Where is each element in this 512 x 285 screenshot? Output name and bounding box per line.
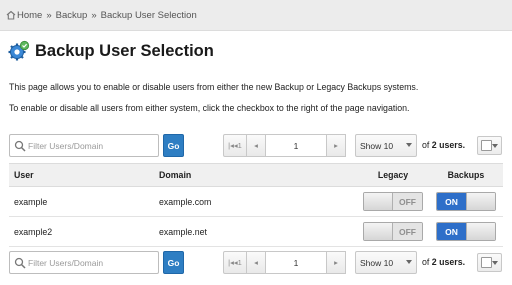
table-row: example example.com OFF ON xyxy=(9,186,503,217)
filter-field[interactable] xyxy=(9,251,159,274)
toggle-knob xyxy=(465,223,495,240)
breadcrumb: Home » Backup » Backup User Selection xyxy=(0,0,512,31)
column-header-legacy[interactable]: Legacy xyxy=(357,163,429,187)
next-page-button[interactable]: ▸ xyxy=(326,134,346,157)
toggle-label: ON xyxy=(437,193,466,210)
first-page-button[interactable]: |◂◂1 xyxy=(223,134,247,157)
page-size-value: Show 10 xyxy=(360,257,394,268)
user-count: of 2 users. xyxy=(422,140,465,150)
breadcrumb-backup[interactable]: Backup xyxy=(56,10,88,21)
page-size-select[interactable]: Show 10 xyxy=(355,251,417,274)
filter-field[interactable] xyxy=(9,134,159,157)
chevron-down-icon xyxy=(492,261,498,265)
previous-page-button[interactable]: ◂ xyxy=(246,251,266,274)
select-all-checkbox-menu[interactable] xyxy=(477,136,502,155)
column-header-domain[interactable]: Domain xyxy=(159,163,357,187)
legacy-toggle[interactable]: OFF xyxy=(363,222,423,241)
go-button[interactable]: Go xyxy=(163,134,184,157)
page-size-value: Show 10 xyxy=(360,140,394,151)
search-icon xyxy=(14,140,26,152)
toggle-knob xyxy=(364,193,394,210)
users-table: User Domain Legacy Backups example examp… xyxy=(9,163,503,247)
breadcrumb-home[interactable]: Home xyxy=(17,10,42,21)
page-number-input[interactable]: 1 xyxy=(265,134,327,157)
user-count: of 2 users. xyxy=(422,257,465,267)
backups-cell: ON xyxy=(429,216,503,247)
previous-page-button[interactable]: ◂ xyxy=(246,134,266,157)
backup-gear-icon xyxy=(8,40,30,61)
domain-cell: example.net xyxy=(159,216,357,247)
go-button[interactable]: Go xyxy=(163,251,184,274)
user-count-prefix: of xyxy=(422,140,430,150)
toggle-label: OFF xyxy=(393,223,422,240)
column-header-backups[interactable]: Backups xyxy=(429,163,503,187)
toggle-label: ON xyxy=(437,223,466,240)
legacy-cell: OFF xyxy=(357,186,429,217)
page-instructions: To enable or disable all users from eith… xyxy=(9,103,410,113)
page-title: Backup User Selection xyxy=(35,41,214,60)
user-cell: example2 xyxy=(9,216,159,247)
chevron-down-icon xyxy=(406,260,412,264)
backups-toggle[interactable]: ON xyxy=(436,222,496,241)
page-number-input[interactable]: 1 xyxy=(265,251,327,274)
chevron-down-icon xyxy=(406,143,412,147)
user-count-value: 2 users. xyxy=(431,257,466,267)
select-all-checkbox-menu[interactable] xyxy=(477,253,502,272)
breadcrumb-separator: » xyxy=(46,9,52,21)
page-description: This page allows you to enable or disabl… xyxy=(9,82,419,92)
user-cell: example xyxy=(9,186,159,217)
user-count-value: 2 users. xyxy=(431,140,466,150)
backups-toggle[interactable]: ON xyxy=(436,192,496,211)
toggle-knob xyxy=(364,223,394,240)
checkbox-icon[interactable] xyxy=(481,140,492,151)
domain-cell: example.com xyxy=(159,186,357,217)
table-row: example2 example.net OFF ON xyxy=(9,216,503,247)
toggle-knob xyxy=(465,193,495,210)
breadcrumb-separator: » xyxy=(91,9,97,21)
filter-input[interactable] xyxy=(28,138,156,154)
legacy-cell: OFF xyxy=(357,216,429,247)
checkbox-icon[interactable] xyxy=(481,257,492,268)
legacy-toggle[interactable]: OFF xyxy=(363,192,423,211)
column-header-user[interactable]: User xyxy=(9,163,159,187)
page-header: Backup User Selection xyxy=(8,40,214,62)
pagination-toolbar-top: Go |◂◂1 ◂ 1 ▸ Show 10 of 2 users. xyxy=(9,134,503,157)
pagination-toolbar-bottom: Go |◂◂1 ◂ 1 ▸ Show 10 of 2 users. xyxy=(9,251,503,274)
breadcrumb-current: Backup User Selection xyxy=(100,9,197,21)
table-header-row: User Domain Legacy Backups xyxy=(9,163,503,187)
first-page-button[interactable]: |◂◂1 xyxy=(223,251,247,274)
page-size-select[interactable]: Show 10 xyxy=(355,134,417,157)
backups-cell: ON xyxy=(429,186,503,217)
chevron-down-icon xyxy=(492,144,498,148)
next-page-button[interactable]: ▸ xyxy=(326,251,346,274)
toggle-label: OFF xyxy=(393,193,422,210)
home-icon xyxy=(6,10,16,20)
search-icon xyxy=(14,257,26,269)
user-count-prefix: of xyxy=(422,257,430,267)
filter-input[interactable] xyxy=(28,255,156,271)
